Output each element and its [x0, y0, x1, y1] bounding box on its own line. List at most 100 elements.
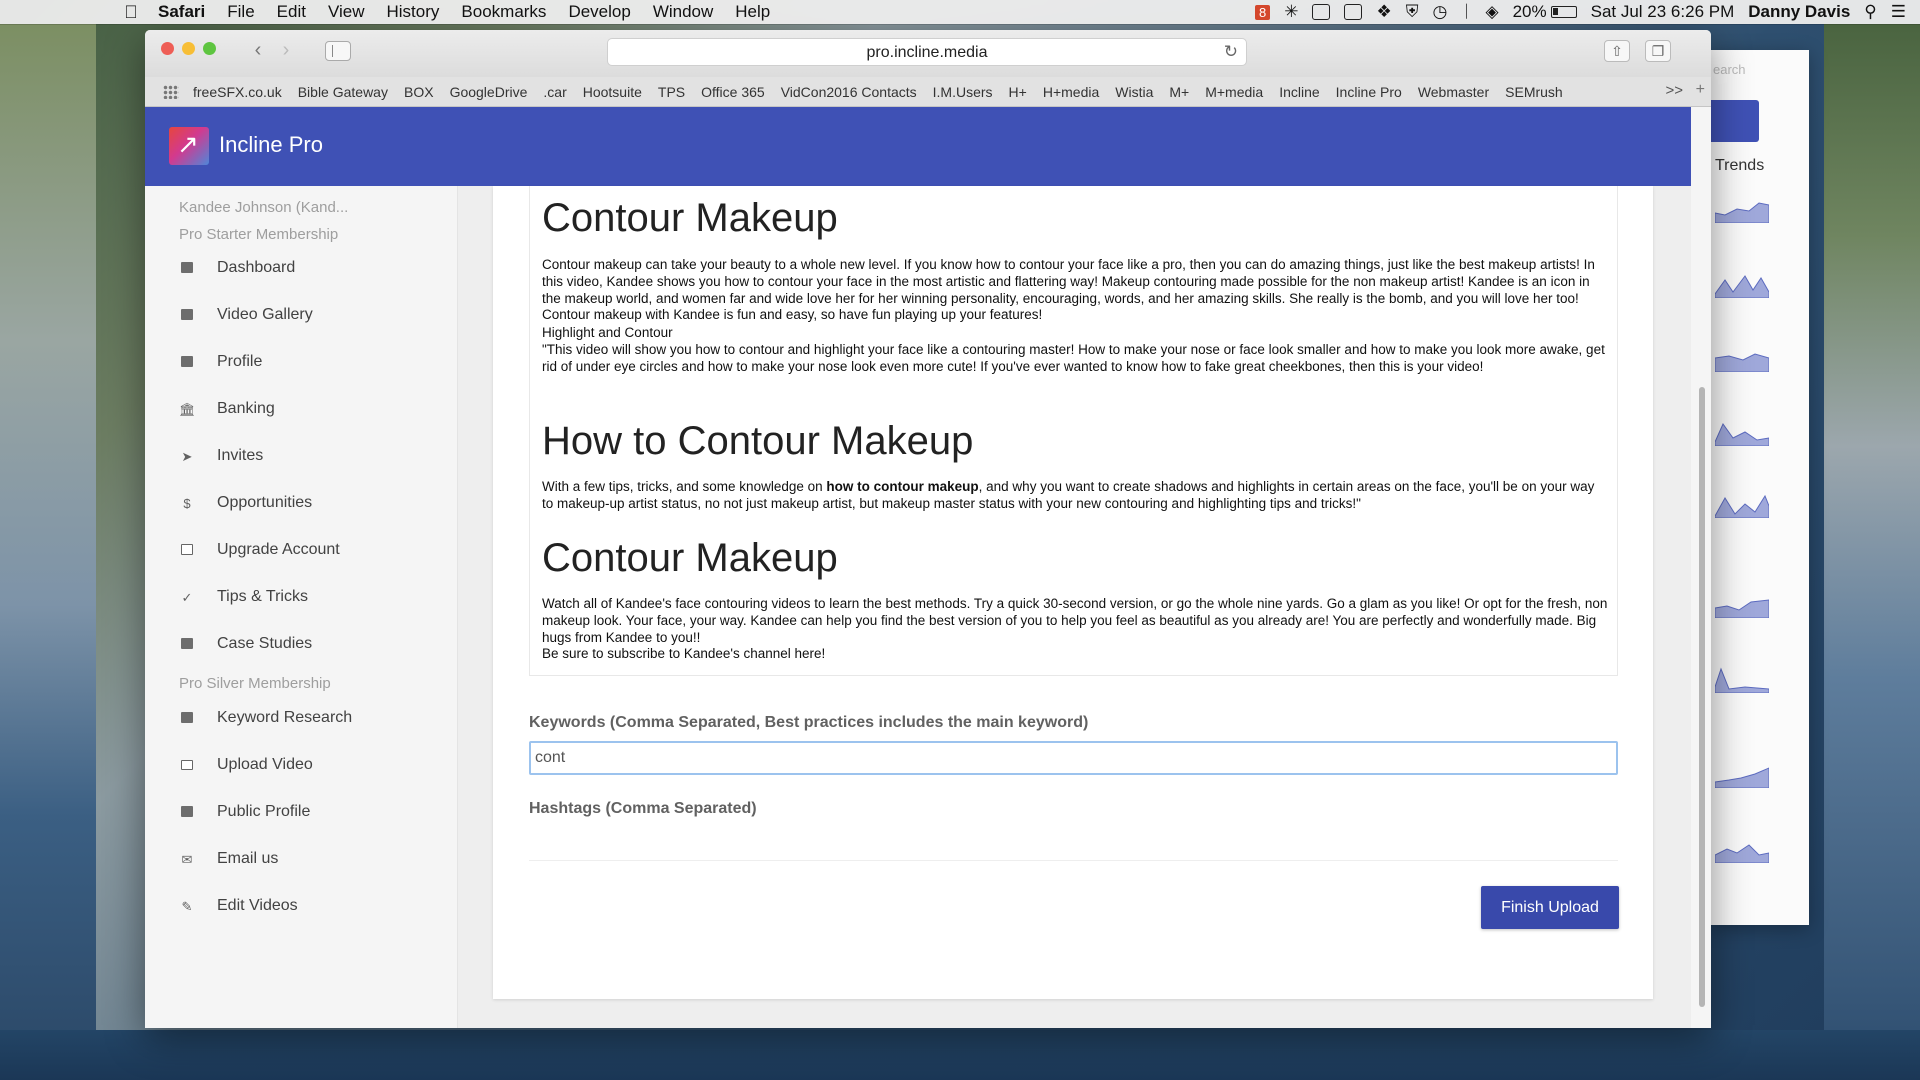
finish-upload-button[interactable]: Finish Upload [1481, 886, 1619, 929]
upgrade-icon [179, 543, 195, 557]
forward-icon[interactable]: › [275, 40, 297, 62]
sidebar-item-opportunities[interactable]: $ Opportunities [179, 487, 312, 519]
menu-bookmarks[interactable]: Bookmarks [461, 2, 546, 22]
bookmark-item[interactable]: Office 365 [701, 84, 765, 100]
bookmark-item[interactable]: Incline Pro [1336, 84, 1402, 100]
bookmark-item[interactable]: Incline [1279, 84, 1319, 100]
clock[interactable]: Sat Jul 23 6:26 PM [1591, 2, 1735, 22]
battery-icon[interactable] [1550, 6, 1577, 18]
web-page: Incline Pro Kandee Johnson (Kand... Pro … [145, 107, 1691, 1028]
sidebar-item-label: Upgrade Account [217, 541, 340, 558]
sidebar-item-email-us[interactable]: ✉ Email us [179, 843, 279, 875]
bookmark-item[interactable]: H+media [1043, 84, 1099, 100]
airplay-icon[interactable] [1312, 4, 1331, 20]
share-icon[interactable]: ⇧ [1604, 40, 1630, 62]
bookmark-item[interactable]: TPS [658, 84, 685, 100]
bookmark-item[interactable]: SEMrush [1505, 84, 1563, 100]
bookmark-item[interactable]: Webmaster [1418, 84, 1489, 100]
shield-icon[interactable]: ⛨ [1406, 2, 1419, 22]
incline-logo-icon[interactable] [169, 127, 209, 165]
bookmark-item[interactable]: Bible Gateway [298, 84, 388, 100]
hashtags-input[interactable] [529, 829, 1618, 861]
sidebar-item-upgrade-account[interactable]: Upgrade Account [179, 534, 340, 566]
menu-window[interactable]: Window [653, 2, 713, 22]
keywords-input[interactable] [529, 741, 1618, 775]
bookmark-item[interactable]: .car [543, 84, 566, 100]
account-name: Kandee Johnson (Kand... [179, 199, 349, 216]
reload-icon[interactable]: ↻ [1224, 42, 1238, 62]
bold-keyword: how to contour makeup [826, 479, 979, 494]
sidebar-item-case-studies[interactable]: Case Studies [179, 628, 312, 660]
dropbox-icon[interactable]: ❖ [1376, 2, 1391, 22]
description-quote: "This video will show you how to contour… [542, 342, 1605, 374]
screenshot-icon[interactable] [1344, 4, 1363, 20]
desktop-wallpaper-right [1824, 24, 1920, 1080]
bookmark-item[interactable]: I.M.Users [933, 84, 993, 100]
sidebar-item-video-gallery[interactable]: Video Gallery [179, 299, 313, 331]
new-tab-icon[interactable]: + [1696, 81, 1705, 99]
bookmark-item[interactable]: Wistia [1115, 84, 1153, 100]
sidebar-item-dashboard[interactable]: Dashboard [179, 252, 295, 284]
menu-history[interactable]: History [387, 2, 440, 22]
show-tabs-icon[interactable]: ❐ [1645, 40, 1671, 62]
sidebar-item-upload-video[interactable]: Upload Video [179, 749, 313, 781]
more-bookmarks-icon[interactable]: >> [1665, 82, 1683, 99]
menu-develop[interactable]: Develop [568, 2, 630, 22]
bookmark-item[interactable]: Hootsuite [583, 84, 642, 100]
sidebar-item-banking[interactable]: 🏛 Banking [179, 393, 275, 425]
hashtags-label: Hashtags (Comma Separated) [529, 800, 757, 817]
sidebar-item-profile[interactable]: Profile [179, 346, 262, 378]
bg-blue-button[interactable] [1711, 100, 1759, 142]
description-editor[interactable]: Contour Makeup Contour makeup can take y… [529, 186, 1618, 676]
wifi-icon[interactable]: ◈ [1486, 2, 1499, 22]
bookmark-item[interactable]: H+ [1009, 84, 1027, 100]
bookmark-item[interactable]: GoogleDrive [450, 84, 528, 100]
back-icon[interactable]: ‹ [247, 40, 269, 62]
keywords-label: Keywords (Comma Separated, Best practice… [529, 714, 1089, 731]
close-window-button[interactable] [161, 42, 174, 55]
menu-file[interactable]: File [227, 2, 254, 22]
bookmark-item[interactable]: freeSFX.co.uk [193, 84, 282, 100]
battery-percent[interactable]: 20% [1513, 2, 1547, 22]
sidebar-item-tips-tricks[interactable]: ✓ Tips & Tricks [179, 581, 308, 613]
zoom-window-button[interactable] [203, 42, 216, 55]
scrollbar-thumb[interactable] [1699, 387, 1705, 1007]
user-name[interactable]: Danny Davis [1748, 2, 1850, 22]
minimize-window-button[interactable] [182, 42, 195, 55]
briefcase-icon [179, 637, 195, 651]
dashboard-icon [179, 261, 195, 275]
top-sites-icon[interactable] [163, 84, 179, 99]
sidebar-item-edit-videos[interactable]: ✎ Edit Videos [179, 890, 298, 922]
notification-badge[interactable]: 8 [1254, 4, 1271, 20]
sidebar-item-keyword-research[interactable]: Keyword Research [179, 702, 352, 734]
sidebar-item-label: Banking [217, 400, 275, 417]
notification-center-icon[interactable]: ☰ [1891, 2, 1906, 22]
description-paragraph-1: Contour makeup can take your beauty to a… [542, 257, 1595, 323]
bookmark-item[interactable]: VidCon2016 Contacts [781, 84, 917, 100]
desktop-wallpaper-bottom [0, 1030, 1920, 1080]
bookmark-item[interactable]: M+media [1205, 84, 1263, 100]
sidebar-toggle-icon[interactable] [325, 41, 351, 61]
page-scrollbar[interactable] [1693, 107, 1711, 1028]
description-heading-2: How to Contour Makeup [542, 419, 974, 463]
menu-view[interactable]: View [328, 2, 365, 22]
sidebar-item-public-profile[interactable]: Public Profile [179, 796, 310, 828]
apple-icon[interactable]:  [120, 1, 142, 23]
app-title[interactable]: Incline Pro [219, 132, 323, 158]
public-profile-icon [179, 805, 195, 819]
spotlight-icon[interactable]: ⚲ [1864, 2, 1876, 22]
brightness-icon[interactable]: ✳ [1284, 2, 1298, 22]
sidebar-item-invites[interactable]: ➤ Invites [179, 440, 264, 472]
menu-edit[interactable]: Edit [277, 2, 306, 22]
menu-help[interactable]: Help [735, 2, 770, 22]
email-icon: ✉ [181, 852, 193, 867]
menu-app-name[interactable]: Safari [158, 2, 205, 22]
bluetooth-icon[interactable]: ᛁ [1461, 2, 1471, 22]
bookmark-item[interactable]: BOX [404, 84, 434, 100]
sparkline-icon [1715, 599, 1769, 618]
sparkline-icon [1715, 275, 1769, 298]
bookmark-item[interactable]: M+ [1169, 84, 1189, 100]
address-bar[interactable]: pro.incline.media ↻ [607, 38, 1247, 66]
time-machine-icon[interactable]: ◷ [1432, 2, 1447, 22]
sidebar-item-label: Video Gallery [217, 306, 313, 323]
